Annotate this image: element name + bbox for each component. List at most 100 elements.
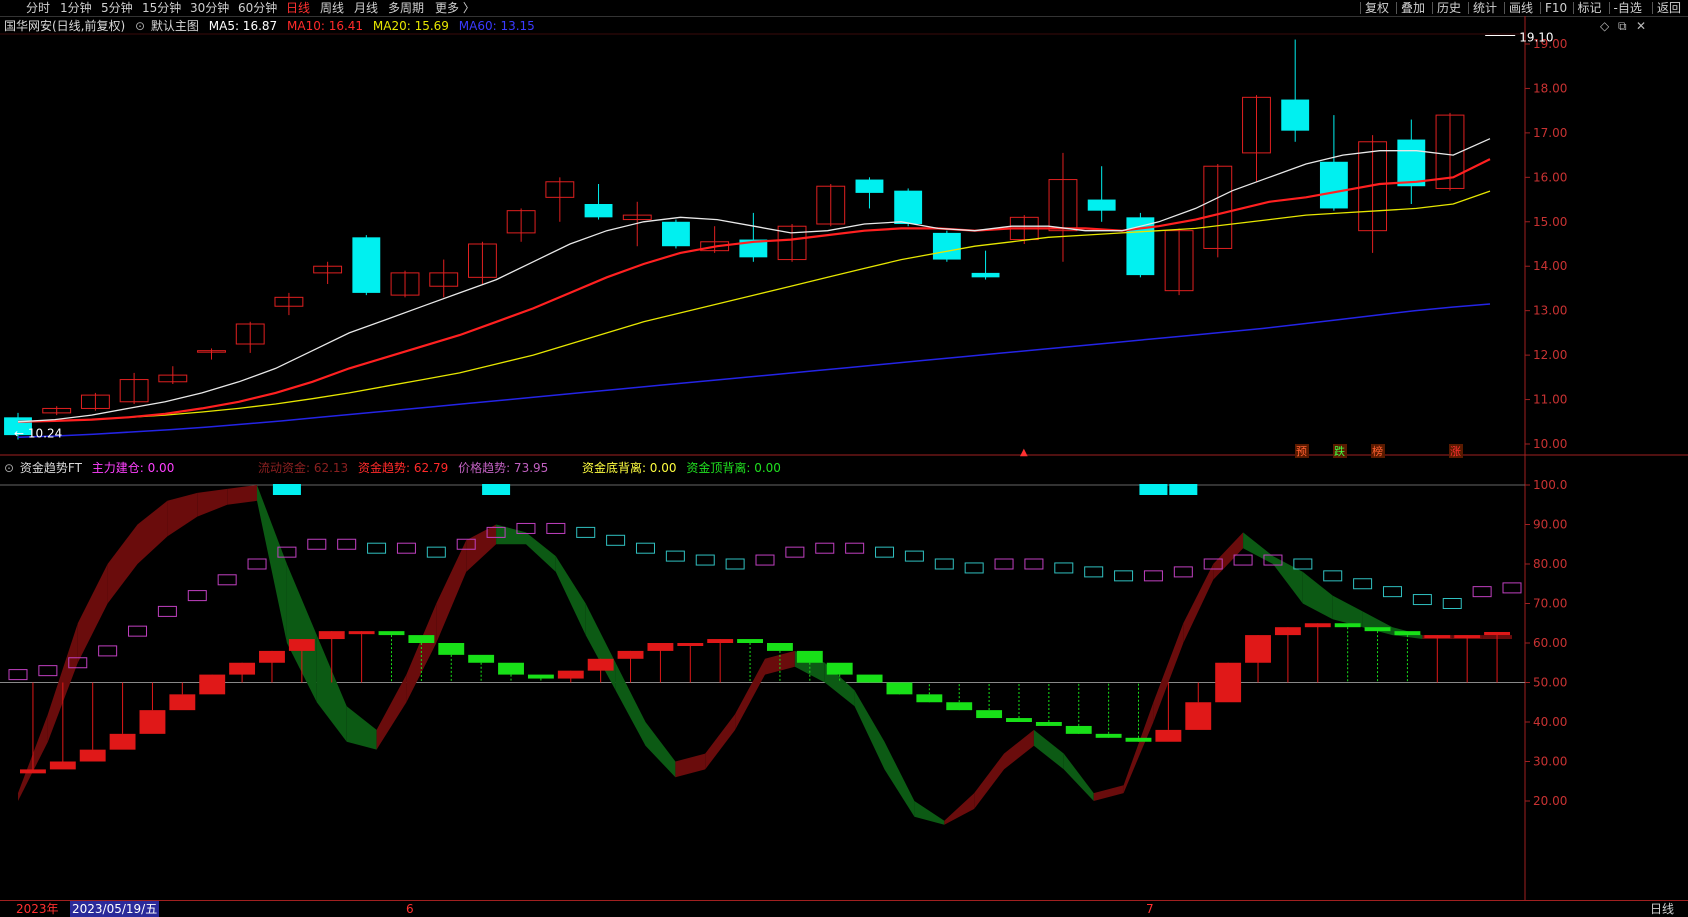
candle-down <box>662 221 690 247</box>
price-trend-box <box>1173 566 1193 578</box>
price-trend-box <box>1054 562 1074 574</box>
trend-ribbon <box>1332 595 1363 628</box>
fund-block <box>856 674 883 683</box>
trend-ribbon <box>944 793 975 825</box>
sub-tick-label: 40.00 <box>1533 715 1567 729</box>
fund-block <box>1394 631 1421 636</box>
price-trend-box <box>815 542 835 554</box>
price-trend-box <box>546 522 566 534</box>
top-signal-block <box>482 484 511 495</box>
signal-badge: 跌 <box>1334 444 1345 458</box>
price-trend-box <box>606 534 626 546</box>
trend-ribbon <box>974 753 1004 809</box>
price-tick-label: 13.00 <box>1533 304 1567 318</box>
price-trend-box <box>1293 558 1313 570</box>
sub-tick-label: 70.00 <box>1533 597 1567 611</box>
price-trend-box <box>98 645 118 657</box>
price-trend-box <box>695 554 715 566</box>
candle-down <box>855 179 884 193</box>
price-trend-box <box>994 558 1014 570</box>
price-trend-box <box>1084 566 1104 578</box>
fund-block <box>169 694 196 711</box>
price-trend-box <box>426 546 446 558</box>
price-tick-label: 11.00 <box>1533 393 1567 407</box>
cursor-marker: ▲ <box>1020 447 1028 458</box>
signal-badge: 榜 <box>1372 444 1383 458</box>
trend-ribbon <box>197 488 228 517</box>
sub-tick-label: 50.00 <box>1533 676 1567 690</box>
trend-ribbon <box>1093 785 1124 801</box>
fund-block <box>527 674 554 679</box>
price-trend-box <box>396 542 416 554</box>
kline-chart[interactable]: 19.0018.0017.0016.0015.0014.0013.0012.00… <box>0 0 1688 916</box>
trend-ribbon <box>376 674 407 750</box>
trend-ribbon <box>1004 729 1034 770</box>
fund-block <box>1334 623 1361 628</box>
top-signal-block <box>1139 484 1168 495</box>
ma5-line <box>17 138 1491 423</box>
fund-block <box>438 643 465 655</box>
price-tick-label: 12.00 <box>1533 348 1567 362</box>
price-trend-box <box>1442 598 1462 609</box>
month-7-label: 7 <box>1146 902 1154 916</box>
trend-ribbon <box>1243 532 1273 564</box>
price-trend-box <box>1472 586 1492 598</box>
trend-ribbon <box>1302 571 1333 620</box>
sub-tick-label: 100.0 <box>1533 478 1567 492</box>
price-trend-box <box>1412 594 1432 606</box>
price-trend-box <box>217 574 237 586</box>
trend-ribbon <box>1063 753 1094 801</box>
trend-ribbon <box>526 532 556 572</box>
candle-down <box>1087 199 1116 211</box>
trend-ribbon <box>107 524 138 604</box>
price-trend-box <box>1233 554 1253 566</box>
fund-block <box>408 635 435 643</box>
trend-ribbon <box>466 524 497 572</box>
month-6-label: 6 <box>406 902 414 916</box>
price-trend-box <box>635 542 655 554</box>
candle-down <box>971 272 1000 278</box>
low-price-label: ← 10.24 <box>14 426 62 440</box>
price-trend-box <box>8 669 28 681</box>
fund-block <box>1185 702 1212 730</box>
price-tick-label: 16.00 <box>1533 170 1567 184</box>
candle-down <box>1397 139 1426 187</box>
sub-tick-label: 80.00 <box>1533 557 1567 571</box>
price-trend-box <box>964 562 984 574</box>
candle-down <box>352 237 381 293</box>
candle-down <box>584 204 613 218</box>
trend-ribbon <box>77 564 108 663</box>
top-signal-block <box>272 484 301 495</box>
trend-ribbon <box>854 690 885 770</box>
price-trend-box <box>934 558 954 570</box>
fund-block <box>468 654 495 663</box>
price-trend-box <box>875 546 895 558</box>
price-trend-box <box>845 542 865 554</box>
sub-tick-label: 60.00 <box>1533 636 1567 650</box>
price-tick-label: 18.00 <box>1533 81 1567 95</box>
fund-block <box>79 749 106 762</box>
trend-ribbon <box>1213 532 1244 580</box>
trend-ribbon <box>137 500 168 564</box>
trend-ribbon <box>257 485 287 643</box>
price-trend-box <box>38 665 58 677</box>
signal-badge: 涨 <box>1450 445 1461 458</box>
price-trend-box <box>247 558 267 570</box>
fund-block <box>767 643 793 651</box>
trend-ribbon <box>436 540 467 643</box>
price-trend-box <box>307 538 327 550</box>
year-label: 2023年 <box>16 902 59 916</box>
fund-block <box>49 761 76 770</box>
price-tick-label: 10.00 <box>1533 437 1567 451</box>
trend-ribbon <box>914 801 945 825</box>
price-trend-box <box>1143 570 1163 582</box>
trend-ribbon <box>167 492 198 537</box>
candle-down <box>1319 161 1348 209</box>
trend-ribbon <box>735 658 765 730</box>
trend-ribbon <box>555 556 586 636</box>
trend-ribbon <box>1273 556 1303 604</box>
price-trend-box <box>576 526 596 538</box>
high-price-label: 19.10 <box>1519 31 1553 45</box>
candle-down <box>1281 99 1310 131</box>
trend-ribbon <box>884 741 915 817</box>
